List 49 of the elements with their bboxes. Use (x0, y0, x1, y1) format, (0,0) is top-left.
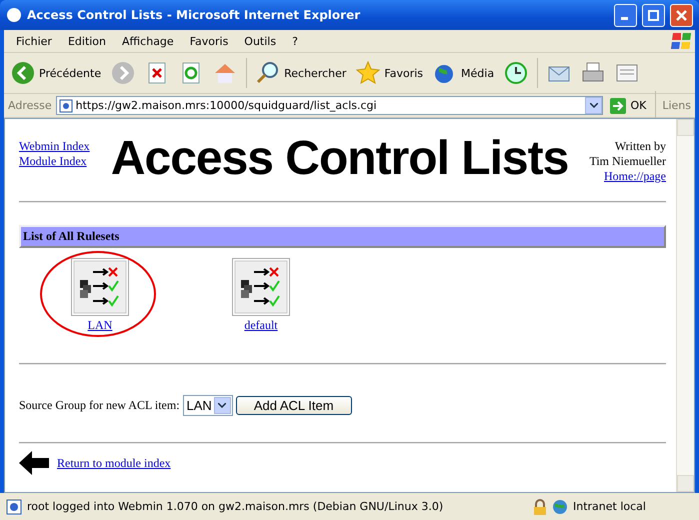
nav-link[interactable]: Webmin Index (19, 139, 90, 154)
section-header: List of All Rulesets (19, 225, 666, 248)
ruleset-icon[interactable] (71, 258, 129, 316)
group-select[interactable]: LAN (182, 395, 233, 416)
maximize-icon[interactable] (648, 10, 659, 20)
maximize-button[interactable] (642, 4, 665, 26)
search-icon[interactable] (256, 61, 280, 85)
toolbar-label[interactable]: Rechercher (284, 66, 346, 80)
status-text: root logged into Webmin 1.070 on gw2.maison.mrs (Debian GNU/Linux 3.0) (27, 500, 444, 513)
menu-item[interactable]: Fichier (8, 34, 60, 48)
page-heading: Access Control Lists (110, 131, 570, 187)
ruleset-link[interactable]: LAN (88, 318, 112, 333)
ruleset-icon[interactable] (232, 258, 290, 316)
zone-text: Intranet local (573, 500, 647, 513)
links-label[interactable]: Liens (662, 99, 691, 112)
dropdown-button[interactable] (585, 97, 602, 114)
toolbar-label[interactable]: Favoris (384, 66, 424, 80)
return-link[interactable]: Return to module index (57, 456, 171, 470)
go-button[interactable]: OK (607, 98, 650, 114)
author-name: Tim Niemueller (589, 154, 666, 169)
ruleset-link[interactable]: default (244, 318, 278, 333)
page-icon (6, 498, 22, 514)
address-label: Adresse (8, 99, 52, 112)
minimize-button[interactable] (614, 4, 637, 26)
caret-icon[interactable] (218, 403, 226, 408)
back-arrow-icon[interactable] (19, 450, 49, 476)
add-acl-button[interactable]: Add ACL Item (236, 396, 352, 415)
padlock-icon (533, 498, 547, 514)
menu-item[interactable]: Favoris (182, 34, 236, 48)
globe-icon (552, 498, 568, 514)
caret-icon[interactable] (590, 103, 598, 108)
toolbar-label[interactable]: Média (461, 66, 494, 80)
menu-item[interactable]: ? (284, 34, 306, 48)
menu-item[interactable]: Affichage (114, 34, 182, 48)
nav-link[interactable]: Module Index (19, 154, 90, 169)
close-icon[interactable] (676, 10, 687, 20)
close-button[interactable] (670, 4, 693, 26)
menu-item[interactable]: Outils (236, 34, 284, 48)
history-icon[interactable] (504, 61, 528, 85)
arrow-icon[interactable] (610, 98, 626, 114)
menu-item[interactable]: Edition (60, 34, 114, 48)
star-icon[interactable] (356, 61, 380, 85)
home-link[interactable]: Home://page (604, 169, 666, 184)
credit-text: Written by (614, 139, 666, 154)
address-field[interactable]: https://gw2.maison.mrs:10000/squidguard/list_acls.cgi (56, 96, 604, 115)
form-label: Source Group for new ACL item: (19, 398, 180, 413)
window-title: Access Control Lists - Microsoft Internet Explorer (27, 8, 362, 22)
page-icon (58, 98, 73, 112)
toolbar-label[interactable]: Précédente (39, 66, 102, 80)
